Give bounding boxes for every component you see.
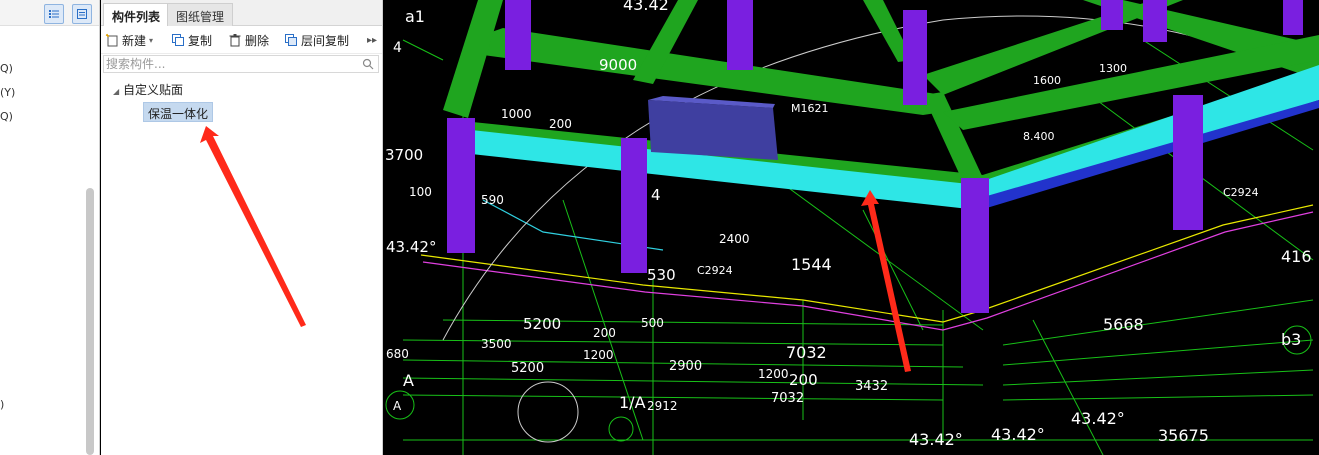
marker-label: M1621 — [791, 102, 829, 115]
dimension-label: C2924 — [697, 264, 733, 277]
dimension-label: 9000 — [599, 56, 637, 74]
dimension-label: 680 — [386, 347, 409, 361]
list-view-icon — [49, 10, 59, 18]
dimension-label: 3500 — [481, 337, 512, 351]
side-item[interactable]: Q) — [0, 110, 13, 123]
floor-copy-label: 层间复制 — [301, 33, 350, 48]
side-panel-scrollbar[interactable] — [86, 188, 94, 455]
side-panel-toolbar — [0, 0, 99, 26]
dimension-label: 1200 — [583, 348, 614, 362]
copy-icon — [172, 34, 184, 46]
angle-label: 43.42° — [909, 430, 963, 449]
cad-drawing[interactable]: a1 4 43.42 43.42° A A 1/A b3 5200 5200 3… — [383, 0, 1319, 455]
dimension-label: 1300 — [1099, 62, 1127, 75]
trash-icon — [229, 34, 241, 47]
tab-drawing-management[interactable]: 图纸管理 — [167, 3, 234, 26]
detail-view-icon — [77, 9, 87, 19]
axis-label: 4 — [393, 40, 402, 56]
axis-label: a1 — [405, 7, 425, 26]
dimension-label: 200 — [593, 326, 616, 340]
dimension-label: 200 — [789, 371, 818, 389]
cad-circle — [517, 381, 579, 443]
dimension-label: 200 — [549, 117, 572, 131]
dimension-label: 1200 — [758, 367, 789, 381]
angle-label: 43.42° — [386, 238, 436, 256]
dimension-label: 100 — [409, 185, 432, 199]
axis-label: 1/A — [619, 393, 646, 412]
angle-label: 43.42° — [1071, 409, 1125, 428]
copy-button[interactable]: 复制 — [171, 31, 212, 49]
search-input[interactable] — [104, 56, 354, 72]
dimension-label: 8.400 — [1023, 130, 1055, 143]
dropdown-arrow-icon[interactable]: ▾ — [149, 36, 153, 45]
search-icon[interactable] — [362, 58, 374, 70]
detail-view-button[interactable] — [72, 4, 92, 24]
tab-component-list[interactable]: 构件列表 — [103, 3, 170, 26]
new-icon — [105, 33, 118, 47]
dimension-label: 5200 — [523, 315, 561, 333]
cad-3d-viewport[interactable]: a1 4 43.42 43.42° A A 1/A b3 5200 5200 3… — [383, 0, 1319, 455]
delete-label: 删除 — [245, 33, 270, 48]
side-item[interactable]: ) — [0, 398, 4, 411]
dimension-label: C2924 — [1223, 186, 1259, 199]
dimension-label: 530 — [647, 266, 676, 284]
dimension-label: 5200 — [511, 361, 544, 376]
tree-item-insulation-integration[interactable]: 保温一体化 — [143, 102, 214, 122]
tree-group-label: 自定义贴面 — [122, 83, 183, 97]
new-label: 新建 — [122, 33, 147, 48]
axis-label: A — [403, 371, 414, 390]
dimension-label: 2912 — [647, 399, 678, 413]
dimension-label: 590 — [481, 193, 504, 207]
dimension-label: 35675 — [1158, 426, 1209, 445]
panel-tabs: 构件列表 图纸管理 — [101, 0, 382, 26]
delete-button[interactable]: 删除 — [228, 31, 269, 49]
dimension-label: 1600 — [1033, 74, 1061, 87]
component-list-panel: 构件列表 图纸管理 新建 ▾ 复制 删除 层间复制 ▸▸ ◢ 自定义贴面 保温一… — [101, 0, 383, 455]
dimension-label: 2900 — [669, 359, 702, 374]
tree-collapse-icon[interactable]: ◢ — [113, 87, 119, 96]
angle-label: 43.42° — [991, 425, 1045, 444]
copy-label: 复制 — [188, 33, 213, 48]
floor-copy-button[interactable]: 层间复制 — [284, 31, 349, 49]
list-view-button[interactable] — [44, 4, 64, 24]
component-search-box[interactable] — [103, 55, 379, 73]
dimension-label: 7032 — [771, 391, 804, 406]
side-item[interactable]: Q) — [0, 62, 13, 75]
dimension-label: 2400 — [719, 232, 750, 246]
component-toolbar: 新建 ▾ 复制 删除 层间复制 ▸▸ — [101, 26, 382, 54]
dimension-label: 416 — [1281, 247, 1312, 266]
dimension-label: 500 — [641, 316, 664, 330]
dimension-label: 1000 — [501, 107, 532, 121]
properties-side-panel: Q) (Y) Q) ) — [0, 0, 100, 455]
new-button[interactable]: 新建 ▾ — [105, 31, 153, 49]
dimension-label: 3700 — [385, 146, 423, 164]
side-item[interactable]: (Y) — [0, 86, 15, 99]
angle-label: 43.42 — [623, 0, 669, 14]
dimension-label: 3432 — [855, 379, 888, 394]
axis-label: b3 — [1281, 330, 1301, 349]
tree-group-custom-facing[interactable]: ◢ 自定义贴面 — [113, 81, 183, 98]
axis-label: A — [393, 399, 402, 413]
dimension-label: 1544 — [791, 255, 832, 274]
more-tools-icon[interactable]: ▸▸ — [367, 31, 377, 49]
dimension-label: 4 — [651, 186, 661, 204]
dimension-label: 7032 — [786, 343, 827, 362]
floor-copy-icon — [285, 34, 297, 46]
blue-block — [648, 100, 778, 160]
dimension-label: 5668 — [1103, 315, 1144, 334]
